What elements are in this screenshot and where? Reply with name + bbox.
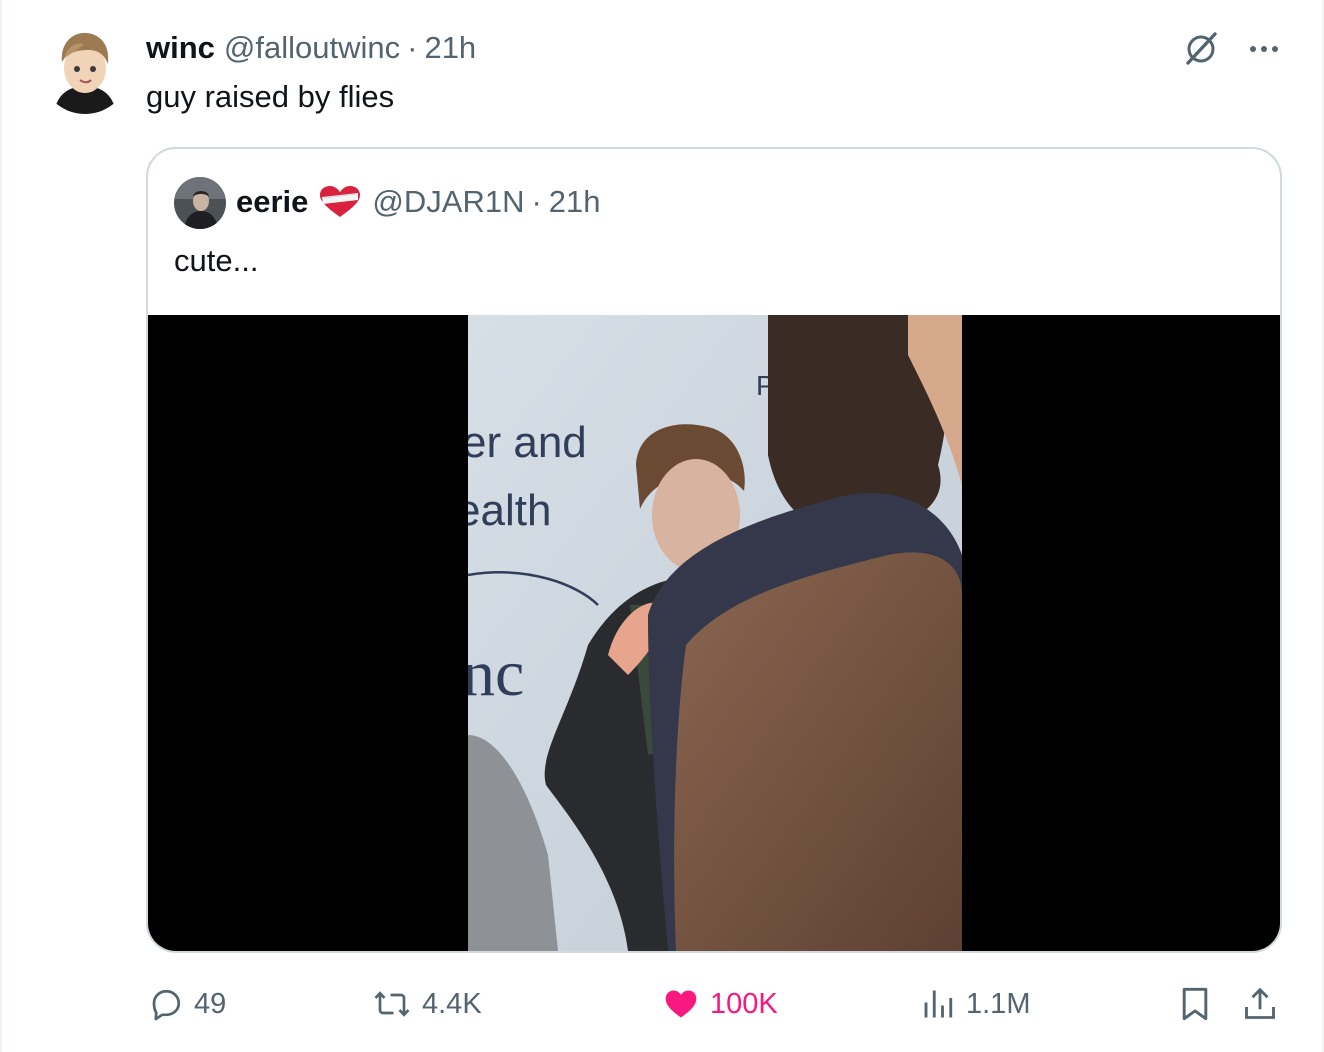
video-still: er and ealth nc P: [468, 315, 962, 951]
quoted-author-avatar[interactable]: [174, 177, 226, 229]
left-border: [0, 0, 2, 1052]
quoted-author-handle[interactable]: @DJAR1N: [372, 182, 524, 222]
bookmark-button[interactable]: [1178, 980, 1212, 1028]
author-name[interactable]: winc: [146, 28, 215, 68]
reply-icon: [152, 989, 181, 1021]
post-time[interactable]: 21h: [424, 28, 476, 68]
more-button[interactable]: [1242, 28, 1286, 70]
heart-icon: [665, 990, 697, 1018]
post-text: guy raised by flies: [146, 79, 395, 114]
quoted-author-name[interactable]: eerie: [236, 182, 308, 222]
quoted-post-header: eerie @DJAR1N · 21h: [236, 182, 601, 222]
action-bar: 49 4.4K 100K 1.1M: [140, 980, 1290, 1028]
sign-text-1: er and: [468, 418, 587, 467]
quoted-post-card[interactable]: eerie @DJAR1N · 21h cute... er and alth …: [146, 147, 1282, 953]
grok-button[interactable]: [1180, 28, 1222, 70]
post-header: winc @falloutwinc · 21h: [146, 28, 476, 68]
quoted-post-text: cute...: [174, 243, 259, 278]
avatar-photo: [174, 177, 226, 229]
view-count: 1.1M: [966, 987, 1031, 1020]
reply-button[interactable]: 49: [148, 980, 226, 1028]
quoted-post-time[interactable]: 21h: [549, 182, 601, 222]
like-button[interactable]: 100K: [662, 980, 778, 1028]
like-count: 100K: [710, 987, 778, 1020]
author-avatar[interactable]: [40, 24, 130, 114]
views-button[interactable]: 1.1M: [920, 980, 1030, 1028]
bandaged-heart-icon: [318, 185, 362, 219]
share-button[interactable]: [1242, 980, 1278, 1028]
repost-count: 4.4K: [422, 987, 482, 1020]
share-icon: [1245, 987, 1275, 1019]
reply-count: 49: [194, 987, 227, 1020]
grok-icon: [1186, 32, 1217, 65]
separator: ·: [531, 184, 542, 219]
views-icon: [924, 990, 953, 1018]
bookmark-icon: [1182, 987, 1208, 1021]
video-player[interactable]: er and ealth nc P: [148, 315, 1280, 951]
sign-text-3: nc: [468, 637, 524, 710]
cartoon-avatar-icon: [40, 24, 130, 114]
author-handle[interactable]: @falloutwinc: [224, 28, 400, 68]
sign-text-2: ealth: [468, 486, 551, 535]
more-icon: [1250, 46, 1256, 52]
repost-icon: [374, 991, 410, 1017]
repost-button[interactable]: 4.4K: [372, 980, 482, 1028]
video-frame: er and ealth nc P: [468, 315, 962, 951]
separator: ·: [407, 30, 418, 65]
